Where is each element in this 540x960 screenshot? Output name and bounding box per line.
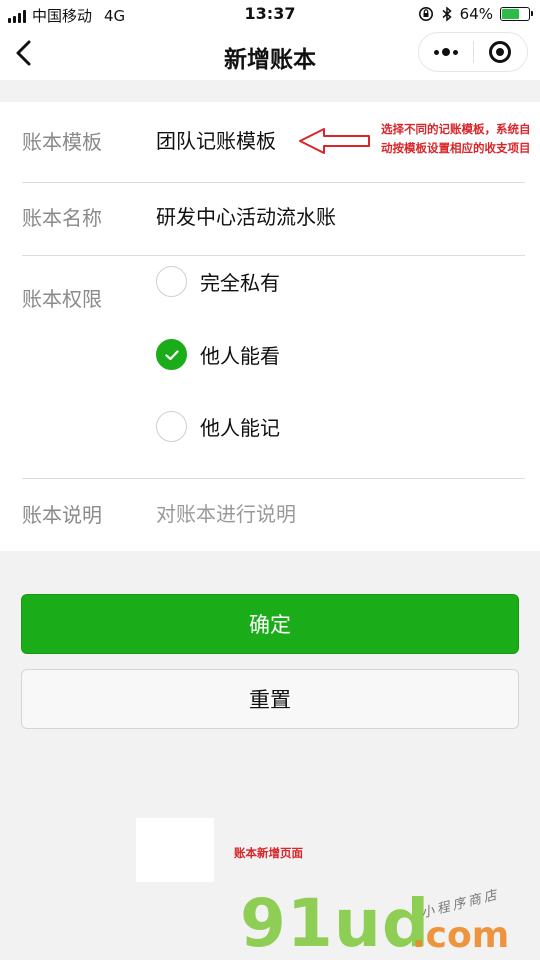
- rotation-lock-icon: [418, 7, 433, 21]
- battery-icon: [500, 7, 533, 21]
- page-caption: 账本新增页面: [234, 846, 303, 860]
- template-annotation: 选择不同的记账模板，系统自动按模板设置相应的收支项目: [381, 122, 531, 155]
- back-button[interactable]: [10, 38, 40, 68]
- radio-label-private: 完全私有: [200, 271, 280, 295]
- reset-button[interactable]: 重置: [21, 669, 519, 729]
- ledger-form: 账本模板 团队记账模板 账本名称 研发中心活动流水账 账本权限 完全私有 他人能…: [0, 102, 540, 551]
- radio-label-others-view: 他人能看: [200, 344, 280, 368]
- description-label: 账本说明: [22, 503, 102, 527]
- radio-label-others-record: 他人能记: [200, 416, 280, 440]
- bluetooth-icon: [442, 6, 452, 22]
- template-value[interactable]: 团队记账模板: [156, 125, 276, 154]
- radio-option-others-view[interactable]: 他人能看: [156, 339, 280, 370]
- mini-program-capsule: [418, 32, 528, 72]
- description-input[interactable]: 对账本进行说明: [156, 498, 296, 527]
- more-button[interactable]: [419, 33, 473, 71]
- checkmark-icon: [164, 349, 179, 360]
- battery-level-fill: [502, 9, 519, 19]
- blank-block: [136, 818, 214, 882]
- permission-label: 账本权限: [22, 287, 102, 311]
- watermark-logo: 91ud .com 小程序商店: [240, 885, 509, 960]
- target-circle-icon: [489, 41, 512, 63]
- battery-percent: 64%: [459, 5, 493, 23]
- radio-circle[interactable]: [156, 339, 187, 370]
- confirm-button[interactable]: 确定: [21, 594, 519, 654]
- radio-option-others-record[interactable]: 他人能记: [156, 411, 280, 442]
- annotation-arrow-icon: [299, 128, 370, 154]
- navigation-bar: 新增账本: [0, 28, 540, 80]
- permission-row: 账本权限 完全私有 他人能看 他人能记: [0, 256, 540, 478]
- radio-circle[interactable]: [156, 266, 187, 297]
- description-row: 账本说明 对账本进行说明: [0, 479, 540, 551]
- template-label: 账本模板: [22, 130, 102, 154]
- status-bar: 中国移动 4G 13:37 64%: [0, 0, 540, 28]
- watermark-main: 91ud: [240, 885, 431, 960]
- name-input[interactable]: 研发中心活动流水账: [156, 201, 336, 230]
- watermark-suffix: .com: [412, 915, 510, 956]
- radio-option-private[interactable]: 完全私有: [156, 266, 280, 297]
- name-label: 账本名称: [22, 206, 102, 230]
- radio-circle[interactable]: [156, 411, 187, 442]
- name-row: 账本名称 研发中心活动流水账: [0, 183, 540, 255]
- more-dots-icon: [433, 48, 458, 56]
- status-right: 64%: [418, 5, 533, 23]
- close-mini-program-button[interactable]: [474, 33, 528, 71]
- chevron-left-icon: [16, 40, 31, 66]
